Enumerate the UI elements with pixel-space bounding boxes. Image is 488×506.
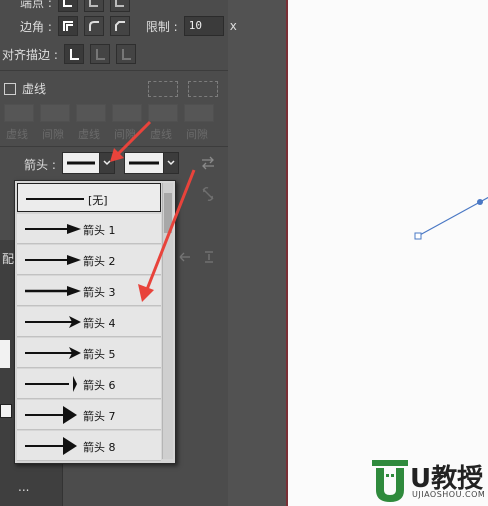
arrow-icon — [25, 347, 81, 359]
arrowhead-option-label: 箭头 3 — [83, 286, 116, 299]
gap-field-1[interactable] — [40, 104, 70, 122]
watermark-site: UJIAOSHOU.COM — [412, 490, 486, 499]
gap-field-3[interactable] — [184, 104, 214, 122]
selected-path[interactable] — [288, 0, 488, 506]
corner-miter-button[interactable] — [57, 16, 78, 36]
arrow-icon — [25, 376, 77, 392]
arrowhead-option-label: 箭头 2 — [83, 255, 116, 268]
arrowhead-option-label: 箭头 7 — [83, 410, 116, 423]
swap-arrows-icon[interactable] — [200, 156, 216, 170]
dash-field-2[interactable] — [76, 104, 106, 122]
limit-unit: x — [229, 19, 237, 33]
cap-square-button[interactable] — [109, 0, 130, 12]
chevron-down-icon — [167, 160, 175, 166]
watermark-logo: U教授 UJIAOSHOU.COM — [370, 460, 488, 506]
gap-field-2[interactable] — [112, 104, 142, 122]
arrowhead-option[interactable]: [无] — [17, 183, 161, 212]
arrowhead-option-label: [无] — [88, 194, 108, 207]
scrollbar-thumb[interactable] — [164, 193, 172, 233]
cap-label: 端点 : — [20, 0, 52, 10]
dash-align-button[interactable] — [188, 81, 218, 97]
ujiaoshou-logo-icon — [372, 460, 408, 502]
arrowhead-dropdown[interactable]: [无] 箭头 1 箭头 2 箭头 3 箭头 4 箭头 5 箭头 6 箭头 7 箭头 8 — [14, 180, 176, 464]
corner-label: 边角 : — [20, 19, 52, 34]
arrowhead-option[interactable]: 箭头 7 — [17, 400, 161, 430]
arrowhead-option[interactable]: 箭头 3 — [17, 276, 161, 306]
limit-label: 限制 : — [145, 19, 178, 34]
end-arrow-chevron[interactable] — [163, 152, 179, 174]
end-arrow-select[interactable] — [124, 152, 164, 174]
dash-caption-3: 虚线 — [150, 128, 172, 141]
arrowhead-option-label: 箭头 1 — [83, 224, 116, 237]
arrowhead-label: 箭头 : — [24, 158, 56, 172]
color-swatch[interactable] — [0, 340, 10, 368]
start-arrow-select[interactable] — [62, 152, 100, 174]
arrow-icon — [25, 255, 81, 265]
dashed-label: 虚线 — [22, 82, 47, 96]
arrowhead-option[interactable]: 箭头 4 — [17, 307, 161, 337]
arrowhead-option[interactable]: 箭头 2 — [17, 245, 161, 275]
dashed-row: 虚线 — [4, 80, 46, 97]
arrowhead-option-label: 箭头 5 — [83, 348, 116, 361]
limit-input[interactable]: 10 — [183, 16, 224, 36]
corner-bevel-button[interactable] — [109, 16, 130, 36]
dash-caption-2: 虚线 — [78, 128, 100, 141]
align-path-icon[interactable] — [178, 250, 192, 264]
cap-row: 端点 : — [20, 0, 130, 12]
cap-round-button[interactable] — [83, 0, 104, 12]
gap-caption-3: 间隙 — [186, 128, 208, 141]
corner-round-button[interactable] — [83, 16, 104, 36]
artboard[interactable] — [286, 0, 488, 506]
arrowhead-option-label: 箭头 4 — [83, 317, 116, 330]
line-icon — [26, 198, 84, 200]
flip-icon[interactable] — [202, 250, 216, 264]
arrowhead-option[interactable]: 箭头 8 — [17, 431, 161, 461]
dash-field-3[interactable] — [148, 104, 178, 122]
dashed-checkbox[interactable] — [4, 82, 16, 95]
chevron-down-icon — [103, 160, 111, 166]
separator — [0, 146, 228, 147]
dash-preserve-button[interactable] — [148, 81, 178, 97]
arrowhead-option-label: 箭头 6 — [83, 379, 116, 392]
arrowhead-option-label: 箭头 8 — [83, 441, 116, 454]
gap-caption-2: 间隙 — [114, 128, 136, 141]
separator — [0, 70, 228, 71]
arrow-icon — [25, 406, 77, 424]
dash-field-1[interactable] — [4, 104, 34, 122]
dash-caption-1: 虚线 — [6, 128, 28, 141]
align-row: 对齐描边 : — [2, 44, 136, 64]
start-arrow-chevron[interactable] — [99, 152, 115, 174]
align-inside-button[interactable] — [89, 44, 110, 64]
arrowhead-option[interactable]: 箭头 1 — [17, 214, 161, 244]
unlink-icon[interactable] — [200, 186, 216, 202]
gap-caption-1: 间隙 — [42, 128, 64, 141]
arrowhead-option[interactable]: 箭头 5 — [17, 338, 161, 368]
arrow-icon — [25, 286, 81, 296]
align-center-button[interactable] — [63, 44, 84, 64]
arrowhead-option[interactable]: 箭头 6 — [17, 369, 161, 399]
dropdown-scrollbar[interactable] — [162, 183, 173, 459]
align-label: 对齐描边 : — [2, 47, 58, 62]
arrow-icon — [25, 224, 81, 234]
arrow-icon — [25, 437, 77, 455]
corner-row: 边角 : 限制 : 10 x — [20, 16, 237, 36]
cap-butt-button[interactable] — [57, 0, 78, 12]
fill-swatch[interactable] — [0, 404, 12, 418]
align-outside-button[interactable] — [115, 44, 136, 64]
more-options[interactable]: ... — [18, 480, 29, 494]
profile-label: 配 — [2, 252, 15, 266]
arrow-icon — [25, 316, 81, 328]
